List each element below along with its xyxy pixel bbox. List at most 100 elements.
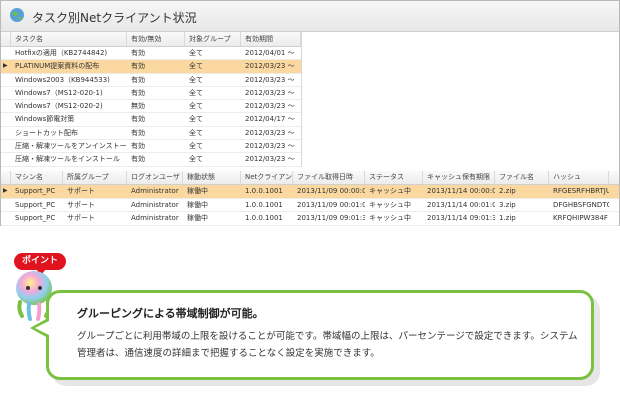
triangle-right-icon: ▶ [3, 62, 8, 70]
task-row[interactable]: 圧縮・解凍ツールをインストール 有効 全て 2012/03/23 ～ [1, 153, 301, 167]
task-period-cell: 2012/03/23 ～ [245, 75, 295, 84]
client-cell: サポート [67, 200, 95, 209]
client-cell: 2013/11/14 00:00:01 [427, 187, 495, 195]
column-header-group[interactable]: 対象グループ [185, 32, 241, 46]
client-cell: 2013/11/14 00:01:00 [427, 200, 495, 209]
task-name-cell: Hotfixの適用（KB2744842) [15, 49, 108, 57]
task-period-cell: 2012/03/23 ～ [245, 102, 295, 111]
client-cell: 稼働中 [187, 187, 208, 195]
client-cell: 1.zip [499, 214, 516, 222]
task-group-cell: 全て [189, 102, 203, 111]
client-column-header[interactable]: マシン名 [11, 171, 63, 184]
client-column-header[interactable]: ログオンユーザ [127, 171, 183, 184]
column-header-status[interactable]: 有効/無効 [127, 32, 185, 46]
task-period-cell: 2012/03/23 ～ [245, 155, 295, 164]
task-row[interactable]: Windows7（MS12-020-1) 有効 全て 2012/03/23 ～ [1, 87, 301, 101]
client-cell: Administrator [131, 187, 179, 195]
row-marker [1, 47, 11, 59]
task-grid-body: Hotfixの適用（KB2744842) 有効 全て 2012/04/01 ～ ▶ PLA… [1, 47, 301, 167]
task-name-cell: Windows2003（KB944533) [15, 75, 110, 84]
client-column-header[interactable]: ファイル取得日時 [293, 171, 365, 184]
task-name-cell: 圧縮・解凍ツールをアンインストール [15, 142, 127, 151]
task-group-cell: 全て [189, 75, 203, 84]
task-period-cell: 2012/03/23 ～ [245, 128, 295, 137]
triangle-right-icon: ▶ [3, 187, 8, 194]
row-marker [1, 212, 11, 225]
task-row[interactable]: Windows節電対策 有効 全て 2012/04/17 ～ [1, 113, 301, 127]
task-group-cell: 全て [189, 142, 203, 151]
client-cell: Support_PC [15, 214, 56, 222]
row-marker [1, 153, 11, 165]
row-marker [1, 199, 11, 212]
client-row[interactable]: Support_PC サポート Administrator 稼働中 1.0.0.1001… [1, 199, 619, 212]
task-period-cell: 2012/03/23 ～ [245, 88, 295, 97]
callout-tail-inner [35, 321, 49, 335]
client-cell: 2013/11/09 09:01:30 [297, 214, 365, 222]
client-column-header[interactable]: 所属グループ [63, 171, 127, 184]
task-row[interactable]: Windows2003（KB944533) 有効 全て 2012/03/23 ～ [1, 74, 301, 87]
task-period-cell: 2012/03/23 ～ [245, 142, 295, 151]
point-body: グループごとに利用帯域の上限を設けることが可能です。帯域幅の上限は、パーセンテー… [77, 331, 578, 359]
row-marker [1, 87, 11, 99]
task-status-cell: 有効 [131, 155, 145, 164]
client-cell: キャッシュ中 [369, 214, 411, 222]
task-name-cell: Windows7（MS12-020-1) [15, 88, 103, 97]
row-marker [1, 113, 11, 125]
task-period-cell: 2012/03/23 ～ [245, 62, 295, 71]
client-column-header[interactable]: キャッシュ保有期限 [423, 171, 495, 184]
task-status-cell: 無効 [131, 102, 145, 111]
task-name-cell: 圧縮・解凍ツールをインストール [15, 155, 120, 164]
client-cell: サポート [67, 187, 95, 195]
task-grid-header: タスク名 有効/無効 対象グループ 有効期間 [1, 32, 301, 47]
client-column-header[interactable]: ステータス [365, 171, 423, 184]
client-cell: DFGHBSFGNDTG [553, 200, 609, 209]
client-cell: キャッシュ中 [369, 200, 411, 209]
task-row[interactable]: ▶ PLATINUM提案資料の配布 有効 全て 2012/03/23 ～ [1, 60, 301, 74]
task-group-cell: 全て [189, 155, 203, 164]
task-status-cell: 有効 [131, 142, 145, 151]
task-name-cell: ショートカット配布 [15, 128, 78, 137]
row-marker [1, 140, 11, 152]
client-cell: 1.0.0.1001 [245, 214, 283, 222]
client-cell: RFGESRFHBRTJU [553, 187, 609, 195]
client-cell: サポート [67, 214, 95, 222]
task-group-cell: 全て [189, 115, 203, 124]
task-status-cell: 有効 [131, 49, 145, 57]
client-cell: 稼働中 [187, 200, 208, 209]
column-header-period[interactable]: 有効期間 [241, 32, 301, 46]
task-status-cell: 有効 [131, 62, 145, 71]
column-header-task-name[interactable]: タスク名 [11, 32, 127, 46]
task-row[interactable]: Windows7（MS12-020-2) 無効 全て 2012/03/23 ～ [1, 100, 301, 114]
client-row[interactable]: ▶ Support_PC サポート Administrator 稼働中 1.0.0.100… [1, 185, 619, 199]
client-cell: Support_PC [15, 187, 56, 195]
row-marker [1, 74, 11, 86]
client-column-header[interactable]: ファイル名 [495, 171, 549, 184]
client-row[interactable]: Support_PC サポート Administrator 稼働中 1.0.0.1001… [1, 212, 619, 226]
row-marker [1, 100, 11, 112]
task-group-cell: 全て [189, 62, 203, 71]
task-group-cell: 全て [189, 88, 203, 97]
client-cell: 3.zip [499, 200, 516, 209]
client-column-header[interactable]: Netクライアン [241, 171, 293, 184]
task-status-cell: 有効 [131, 128, 145, 137]
task-row[interactable]: Hotfixの適用（KB2744842) 有効 全て 2012/04/01 ～ [1, 47, 301, 61]
client-column-header[interactable]: 稼動状態 [183, 171, 241, 184]
task-group-cell: 全て [189, 49, 203, 57]
client-grid-body: ▶ Support_PC サポート Administrator 稼働中 1.0.0.100… [1, 185, 619, 226]
client-cell: Support_PC [15, 200, 56, 209]
task-row[interactable]: 圧縮・解凍ツールをアンインストール 有効 全て 2012/03/23 ～ [1, 140, 301, 154]
task-period-cell: 2012/04/17 ～ [245, 115, 295, 124]
client-cell: 2013/11/09 00:00:01 [297, 187, 365, 195]
task-name-cell: Windows7（MS12-020-2) [15, 102, 103, 111]
row-marker-header [1, 171, 11, 184]
client-grid-header: マシン名 所属グループ ログオンユーザ 稼動状態 Netクライアン ファイル取得日時 ステー… [1, 171, 619, 185]
app-window: タスク別Netクライアント状況 タスク名 有効/無効 対象グループ 有効期間 H… [0, 0, 620, 226]
client-column-header[interactable]: ハッシュ [549, 171, 609, 184]
task-status-cell: 有効 [131, 75, 145, 84]
client-cell: 2013/11/09 00:01:00 [297, 200, 365, 209]
task-row[interactable]: ショートカット配布 有効 全て 2012/03/23 ～ [1, 127, 301, 141]
task-period-cell: 2012/04/01 ～ [245, 49, 295, 57]
task-grid: タスク名 有効/無効 対象グループ 有効期間 Hotfixの適用（KB27448… [1, 32, 302, 167]
task-status-cell: 有効 [131, 88, 145, 97]
client-cell: 1.0.0.1001 [245, 200, 283, 209]
